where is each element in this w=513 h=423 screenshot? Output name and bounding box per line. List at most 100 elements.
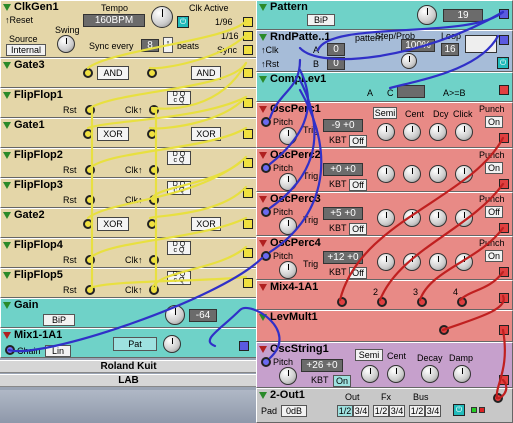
fx-34-button[interactable]: 3/4 [389, 405, 405, 417]
collapse-icon[interactable] [259, 346, 267, 353]
out-port[interactable] [499, 35, 509, 45]
decay-knob[interactable] [429, 165, 447, 183]
pattern-knob[interactable] [417, 5, 437, 25]
gate-type-select[interactable]: AND [191, 66, 221, 80]
module-out[interactable]: 2-Out1 Pad 0dB Out Fx Bus 1/2 3/4 1/2 3/… [256, 388, 513, 423]
pitch-port[interactable] [261, 207, 271, 217]
semi-button[interactable]: Semi [373, 107, 397, 119]
clk-port[interactable] [149, 195, 159, 205]
collapse-icon[interactable] [259, 196, 267, 203]
rst-port[interactable] [85, 165, 95, 175]
level-knob[interactable] [163, 335, 181, 353]
out-port[interactable] [499, 9, 509, 19]
module-mix4[interactable]: Mix4-1A1 2 3 4 [256, 280, 513, 310]
pitch-knob[interactable] [279, 367, 297, 385]
out-port[interactable] [499, 223, 509, 233]
out-port[interactable] [499, 293, 509, 303]
collapse-icon[interactable] [259, 34, 267, 41]
clk-port[interactable] [149, 165, 159, 175]
out-port[interactable] [499, 179, 509, 189]
power-icon[interactable]: ⏻ [453, 404, 465, 416]
source-button[interactable]: Internal [6, 44, 46, 56]
collapse-icon[interactable] [259, 284, 267, 291]
module-gain[interactable]: Gain BiP -64 [0, 298, 257, 328]
kbt-button[interactable]: Off [349, 267, 367, 279]
collapse-icon[interactable] [3, 122, 11, 129]
module-flipflop1[interactable]: FlipFlop1 Rst D Qc Q Clk↑ [0, 88, 257, 118]
bip-button[interactable]: BiP [307, 14, 335, 26]
cent-knob[interactable] [403, 123, 421, 141]
power-icon[interactable]: ⏻ [497, 57, 509, 69]
pad-button[interactable]: 0dB [281, 405, 307, 417]
out-port[interactable] [499, 375, 509, 385]
in-port[interactable] [147, 219, 157, 229]
click-knob[interactable] [455, 253, 473, 271]
in-port[interactable] [83, 68, 93, 78]
pitch-port[interactable] [261, 163, 271, 173]
module-complev[interactable]: CompLev1 A C A>=B [256, 72, 513, 102]
collapse-icon[interactable] [259, 314, 267, 321]
module-flipflop2[interactable]: FlipFlop2 Rst D Qc Q Clk↑ [0, 148, 257, 178]
decay-knob[interactable] [429, 253, 447, 271]
gain-knob[interactable] [165, 305, 185, 325]
cent-knob[interactable] [403, 209, 421, 227]
pat-button[interactable]: Pat [113, 337, 157, 351]
in-port[interactable] [337, 297, 347, 307]
out-port[interactable] [499, 325, 509, 335]
damp-knob[interactable] [453, 365, 471, 383]
module-levmult[interactable]: LevMult1 [256, 310, 513, 342]
module-oscperc4[interactable]: OscPerc4 Pitch Trig +12 +0 KBT Off Punch… [256, 236, 513, 280]
decay-knob[interactable] [429, 209, 447, 227]
fx-12-button[interactable]: 1/2 [373, 405, 389, 417]
clk-port[interactable] [149, 255, 159, 265]
sync-stepper[interactable]: ↕ [163, 37, 173, 53]
sync-out-port[interactable] [243, 45, 253, 55]
module-flipflop5[interactable]: FlipFlop5 Rst D Qc Q Clk↑ [0, 268, 257, 298]
module-gate1[interactable]: Gate1 XOR XOR [0, 118, 257, 148]
module-oscperc2[interactable]: OscPerc2 Pitch Trig +0 +0 KBT Off Punch … [256, 148, 513, 192]
module-pattern[interactable]: Pattern BiP 19 [256, 0, 513, 30]
out-port[interactable] [499, 267, 509, 277]
module-rndpattern[interactable]: RndPatte..1 pattern Step/Prob Loop ↑Clk … [256, 30, 513, 72]
bus-34-button[interactable]: 3/4 [425, 405, 441, 417]
kbt-button[interactable]: On [333, 375, 351, 387]
collapse-icon[interactable] [3, 92, 11, 99]
module-oscperc3[interactable]: OscPerc3 Pitch Trig +5 +0 KBT Off Punch … [256, 192, 513, 236]
collapse-icon[interactable] [3, 302, 11, 309]
in-port[interactable] [493, 393, 503, 403]
out-port[interactable] [243, 188, 253, 198]
collapse-icon[interactable] [259, 240, 267, 247]
collapse-icon[interactable] [3, 332, 11, 339]
semi-knob[interactable] [377, 253, 395, 271]
module-oscstring[interactable]: OscString1 Pitch +26 +0 KBT On Semi Cent… [256, 342, 513, 388]
out-34-button[interactable]: 3/4 [353, 405, 369, 417]
semi-button[interactable]: Semi [355, 349, 383, 361]
punch-button[interactable]: On [485, 116, 503, 128]
power-icon[interactable]: ⏻ [177, 16, 189, 28]
pitch-knob[interactable] [279, 173, 297, 191]
out-port[interactable] [243, 98, 253, 108]
decay-knob[interactable] [421, 365, 439, 383]
cent-knob[interactable] [403, 165, 421, 183]
bus-12-button[interactable]: 1/2 [409, 405, 425, 417]
pitch-port[interactable] [261, 117, 271, 127]
click-knob[interactable] [455, 123, 473, 141]
collapse-icon[interactable] [259, 152, 267, 159]
in-port[interactable] [147, 68, 157, 78]
out-port[interactable] [243, 248, 253, 258]
out-12-button[interactable]: 1/2 [337, 405, 353, 417]
collapse-icon[interactable] [259, 76, 267, 83]
kbt-button[interactable]: Off [349, 179, 367, 191]
decay-knob[interactable] [429, 123, 447, 141]
in-port[interactable] [439, 325, 449, 335]
rst-port[interactable] [85, 285, 95, 295]
lin-button[interactable]: Lin [45, 345, 71, 357]
module-flipflop4[interactable]: FlipFlop4 Rst D Qc Q Clk↑ [0, 238, 257, 268]
punch-button[interactable]: Off [485, 206, 503, 218]
in-port[interactable] [147, 129, 157, 139]
gate-type-select[interactable]: XOR [97, 127, 129, 141]
gate-type-select[interactable]: XOR [191, 127, 221, 141]
rst-port[interactable] [85, 195, 95, 205]
module-gate2[interactable]: Gate2 XOR XOR [0, 208, 257, 238]
gate-type-select[interactable]: XOR [191, 217, 221, 231]
